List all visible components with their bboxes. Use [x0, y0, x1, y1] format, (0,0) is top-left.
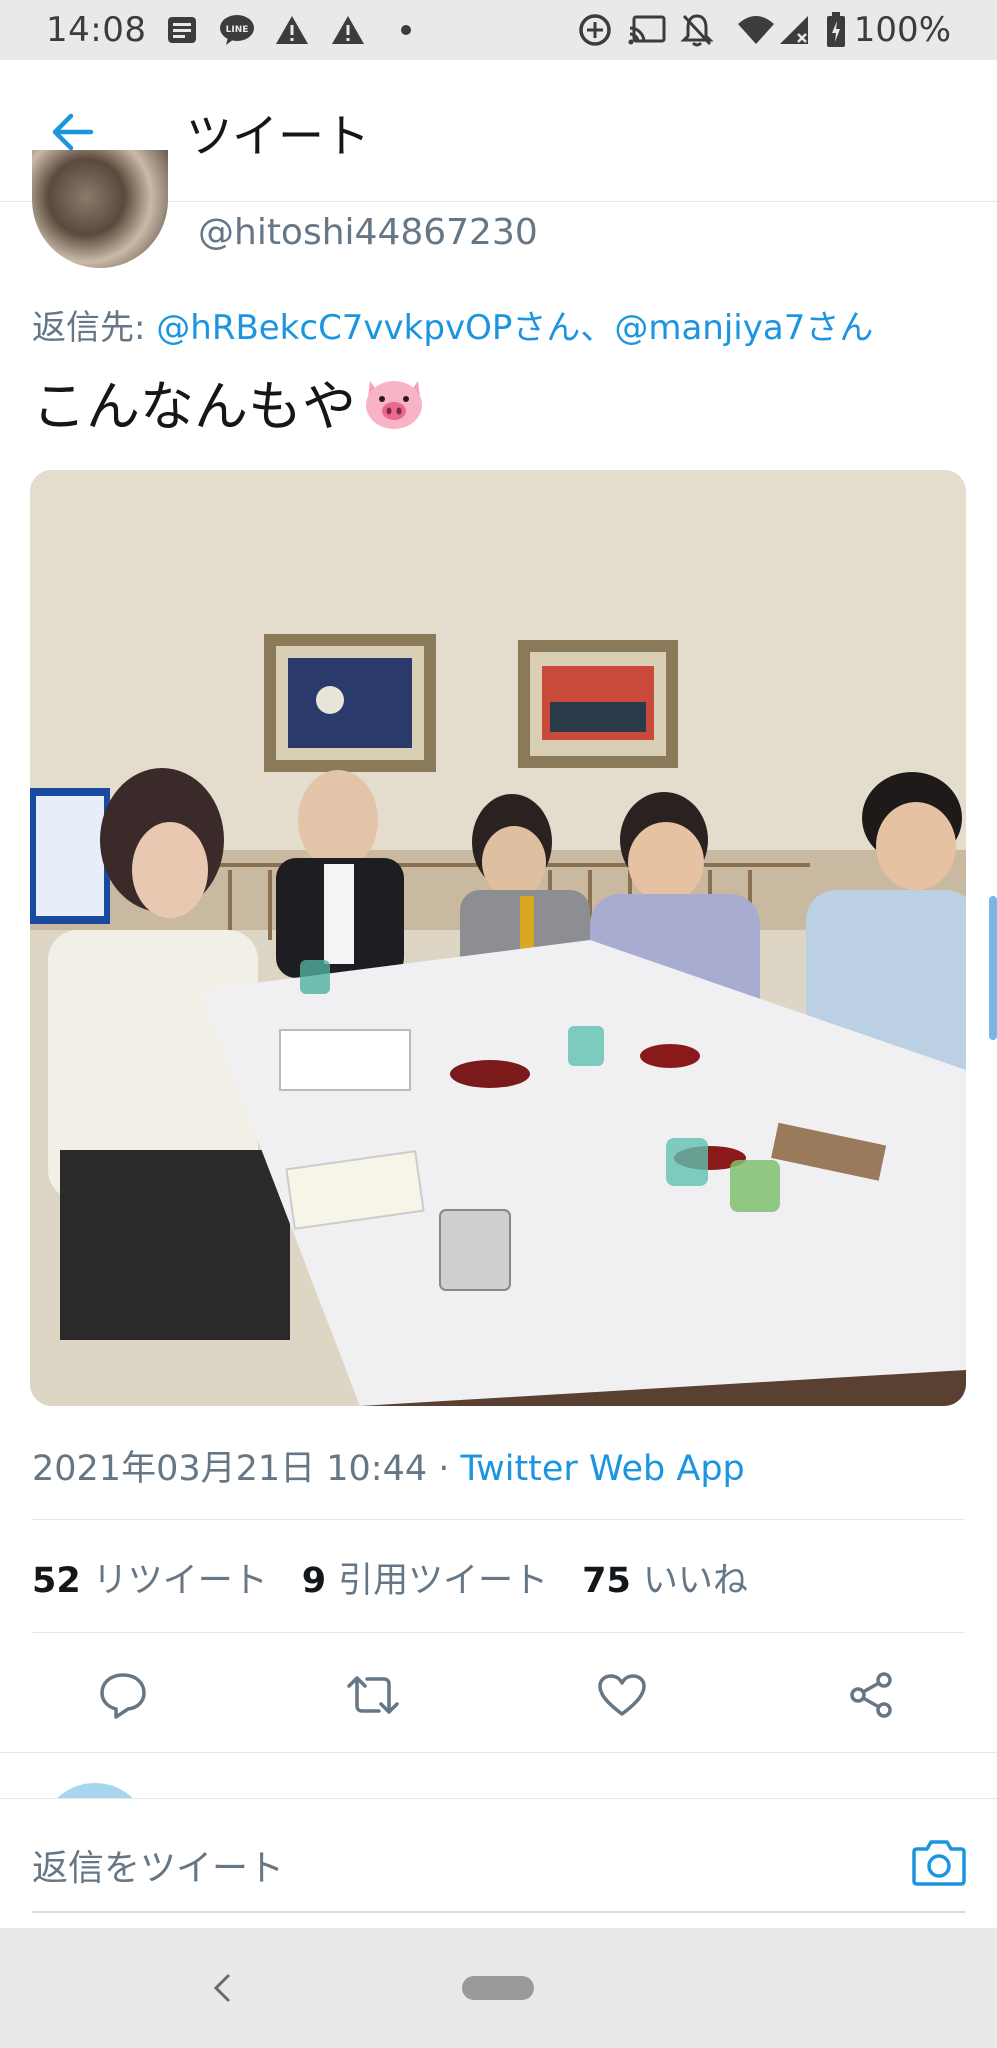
- home-pill[interactable]: [462, 1976, 534, 2000]
- system-navigation-bar: [0, 1928, 997, 2048]
- reply-to-user-link[interactable]: @manjiya7さん: [614, 308, 873, 348]
- more-notifications-dot-icon: [400, 12, 412, 48]
- share-icon: [850, 1672, 892, 1718]
- tweet-stats: 52 リツイート 9 引用ツイート 75 いいね: [32, 1552, 782, 1603]
- retweet-button[interactable]: [338, 1660, 408, 1730]
- status-bar: 14:08 LINE 100%: [0, 0, 997, 60]
- tweet-timestamp: 2021年03月21日 10:44 ·: [32, 1449, 461, 1489]
- data-saver-icon: [578, 12, 612, 48]
- bell-off-icon: [680, 12, 714, 48]
- tweet-timestamp-line: 2021年03月21日 10:44 · Twitter Web App: [32, 1440, 745, 1491]
- reply-icon: [100, 1673, 146, 1719]
- pig-face-emoji-icon: [362, 373, 426, 431]
- quotes-number: 9: [301, 1561, 327, 1601]
- arrow-left-icon: [52, 113, 94, 151]
- reply-to-separator: 、: [580, 308, 615, 348]
- likes-count[interactable]: 75 いいね: [582, 1552, 748, 1603]
- photo-image: [30, 470, 966, 1406]
- tweet-text-body: こんなんもや: [32, 375, 356, 438]
- retweets-label: リツイート: [92, 1561, 268, 1601]
- battery-percent: 100%: [853, 10, 951, 50]
- divider: [32, 1519, 965, 1520]
- quotes-label: 引用ツイート: [338, 1561, 549, 1601]
- chevron-left-icon: [213, 1974, 230, 2002]
- reply-to-prefix: 返信先:: [32, 308, 157, 348]
- reply-to-user-link[interactable]: @hRBekcC7vvkpvOPさん: [156, 308, 580, 348]
- retweet-icon: [347, 1676, 399, 1714]
- scroll-indicator[interactable]: [989, 896, 997, 1040]
- cast-icon: [628, 12, 666, 48]
- status-time: 14:08: [46, 10, 147, 50]
- tweet-actions: [0, 1660, 997, 1730]
- avatar[interactable]: [40, 1783, 150, 1799]
- wifi-icon: [736, 12, 776, 48]
- retweets-number: 52: [32, 1561, 81, 1601]
- tweet-source-link[interactable]: Twitter Web App: [461, 1449, 745, 1489]
- camera-icon: [912, 1840, 966, 1886]
- reply-to-line: 返信先: @hRBekcC7vvkpvOPさん、@manjiya7さん: [32, 300, 873, 349]
- tweet-text: こんなんもや: [32, 362, 426, 441]
- cell-signal-icon: [778, 12, 812, 48]
- retweets-count[interactable]: 52 リツイート: [32, 1552, 268, 1603]
- quote-tweets-count[interactable]: 9 引用ツイート: [302, 1552, 548, 1603]
- page-title: ツイート: [186, 109, 370, 163]
- notification-news-icon: [166, 12, 198, 48]
- system-back-button[interactable]: [204, 1966, 240, 2010]
- avatar[interactable]: [32, 150, 168, 268]
- camera-button[interactable]: [911, 1837, 967, 1887]
- warning-icon: [274, 12, 310, 48]
- like-icon: [598, 1674, 646, 1716]
- likes-number: 75: [582, 1561, 631, 1601]
- reply-composer[interactable]: 返信をツイート: [0, 1798, 997, 1918]
- svg-text:LINE: LINE: [226, 25, 249, 35]
- tweet-photo[interactable]: [30, 470, 966, 1406]
- warning-icon: [330, 12, 366, 48]
- line-app-icon: LINE: [218, 12, 256, 48]
- reply-input-underline: [32, 1911, 965, 1913]
- likes-label: いいね: [642, 1561, 748, 1601]
- user-handle[interactable]: @hitoshi44867230: [198, 212, 538, 253]
- next-reply-peek: [0, 1753, 997, 1799]
- divider: [32, 1632, 965, 1633]
- battery-charging-icon: [826, 12, 846, 48]
- share-button[interactable]: [836, 1660, 906, 1730]
- reply-button[interactable]: [88, 1660, 158, 1730]
- like-button[interactable]: [587, 1660, 657, 1730]
- reply-input-placeholder[interactable]: 返信をツイート: [32, 1839, 284, 1891]
